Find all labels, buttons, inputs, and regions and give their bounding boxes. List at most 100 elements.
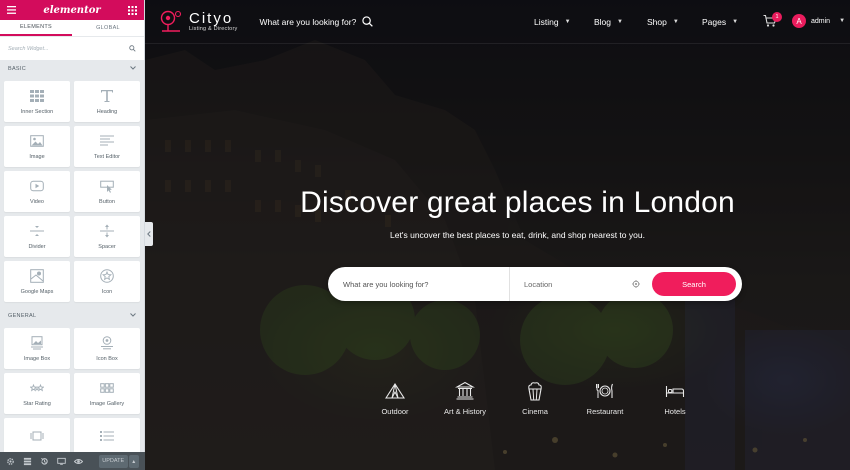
preview-eye-icon[interactable] [74,457,83,466]
responsive-mode-icon[interactable] [57,457,66,466]
nav-label: Blog [594,17,612,27]
category-label: Outdoor [381,407,409,416]
image-box-icon [31,335,43,349]
widget-star-rating[interactable]: Star Rating [4,373,70,414]
widget-image[interactable]: Image [4,126,70,167]
plate-cutlery-icon [596,383,614,398]
nav-item-pages[interactable]: Pages ▼ [702,0,738,44]
search-icon [129,45,136,52]
logo-subtitle: Listing & Directory [189,25,238,32]
collapse-panel-toggle[interactable] [145,222,153,246]
spacer-icon [100,224,114,237]
hero-subtitle: Let's uncover the best places to eat, dr… [390,230,645,240]
header-search-input[interactable]: What are you looking for? [259,17,356,27]
widget-icon[interactable]: Icon [74,261,140,302]
site-header: Cityo Listing & Directory What are you l… [145,0,850,44]
category-label: Art & History [443,407,487,416]
widget-label: Icon [101,288,113,295]
tab-global[interactable]: GLOBAL [72,20,144,36]
hero-search-bar: What are you looking for? Location Searc… [328,267,742,301]
history-icon[interactable] [40,457,49,466]
update-button[interactable]: UPDATE [99,454,128,468]
icon-box-icon [101,335,113,349]
locate-target-icon[interactable] [632,280,640,288]
category-title: BASIC [8,66,27,72]
chevron-down-icon [130,66,136,72]
header-search[interactable]: What are you looking for? [259,16,374,27]
category-outdoor[interactable]: Outdoor [360,381,430,416]
location-placeholder: Location [524,279,553,289]
logo-title: Cityo [189,9,234,27]
location-input[interactable]: Location [510,267,650,301]
category-general-header[interactable]: GENERAL [0,308,144,324]
site-preview: Cityo Listing & Directory What are you l… [145,0,850,470]
site-logo[interactable]: Cityo Listing & Directory [159,9,237,35]
category-art-history[interactable]: Art & History [430,381,500,416]
cart-button[interactable]: 1 [763,12,782,33]
search-icon[interactable] [362,16,374,27]
widget-label: Image Gallery [89,400,125,407]
update-options-caret-icon[interactable]: ▴ [128,454,139,468]
image-icon [30,134,44,147]
widget-video[interactable]: Video [4,171,70,212]
category-cinema[interactable]: Cinema [500,381,570,416]
chevron-down-icon: ▼ [672,19,679,25]
category-label: Cinema [522,407,548,416]
star-icon [100,268,114,283]
settings-icon[interactable] [6,457,15,466]
navigator-icon[interactable] [23,457,32,466]
star-rating-icon [30,383,44,392]
widget-image-box[interactable]: Image Box [4,328,70,369]
widgets-grid-icon[interactable] [128,5,138,15]
hero-title: Discover great places in London [300,186,735,219]
chevron-down-icon: ▼ [617,19,623,25]
widget-search-field[interactable]: Search Widget... [0,37,144,61]
video-icon [30,180,44,191]
nav-item-blog[interactable]: Blog ▼ [594,0,623,44]
panel-tabs: ELEMENTS GLOBAL [0,20,144,36]
widget-label: Heading [96,108,118,115]
category-restaurant[interactable]: Restaurant [570,381,640,416]
category-shortcuts: Outdoor Art & History Cinema Restaurant … [145,381,850,421]
menu-icon[interactable] [6,5,16,15]
chevron-left-icon [147,231,151,237]
widget-inner-section[interactable]: Inner Section [4,81,70,122]
category-label: Hotels [664,407,686,416]
basic-widgets: Inner Section Heading Image Text Editor … [0,77,144,308]
button-icon [100,180,114,193]
logo-text: Cityo Listing & Directory [189,9,238,32]
category-label: Restaurant [586,407,624,416]
widget-label: Button [99,198,115,205]
chevron-down-icon: ▼ [839,18,846,24]
widget-heading[interactable]: Heading [74,81,140,122]
divider-icon [30,225,44,236]
general-widgets: Image Box Icon Box Star Rating Image Gal… [0,324,144,465]
widget-label: Divider [28,243,46,250]
keyword-search-input[interactable]: What are you looking for? [328,267,510,301]
nav-label: Shop [647,17,667,27]
nav-item-shop[interactable]: Shop ▼ [647,0,679,44]
widget-label: Icon Box [96,355,118,362]
widget-label: Google Maps [20,288,54,295]
elementor-panel: elementor ELEMENTS GLOBAL Search Widget.… [0,0,145,470]
widget-image-gallery[interactable]: Image Gallery [74,373,140,414]
category-basic-header[interactable]: BASIC [0,61,144,77]
widget-divider[interactable]: Divider [4,216,70,257]
user-menu[interactable]: A admin ▼ [792,14,845,28]
tab-elements[interactable]: ELEMENTS [0,20,72,36]
search-button[interactable]: Search [652,272,736,296]
nav-label: Pages [702,17,727,27]
widget-icon-box[interactable]: Icon Box [74,328,140,369]
map-pin-logo-icon [160,10,182,32]
widget-text-editor[interactable]: Text Editor [74,126,140,167]
widget-spacer[interactable]: Spacer [74,216,140,257]
nav-item-listing[interactable]: Listing ▼ [534,0,571,44]
widget-google-maps[interactable]: Google Maps [4,261,70,302]
museum-icon [455,381,475,400]
widget-search-input[interactable]: Search Widget... [8,46,49,52]
widget-label: Video [30,198,44,205]
widget-button[interactable]: Button [74,171,140,212]
category-hotels[interactable]: Hotels [640,381,710,416]
panel-header: elementor [0,0,144,20]
nav-label: Listing [534,17,559,27]
